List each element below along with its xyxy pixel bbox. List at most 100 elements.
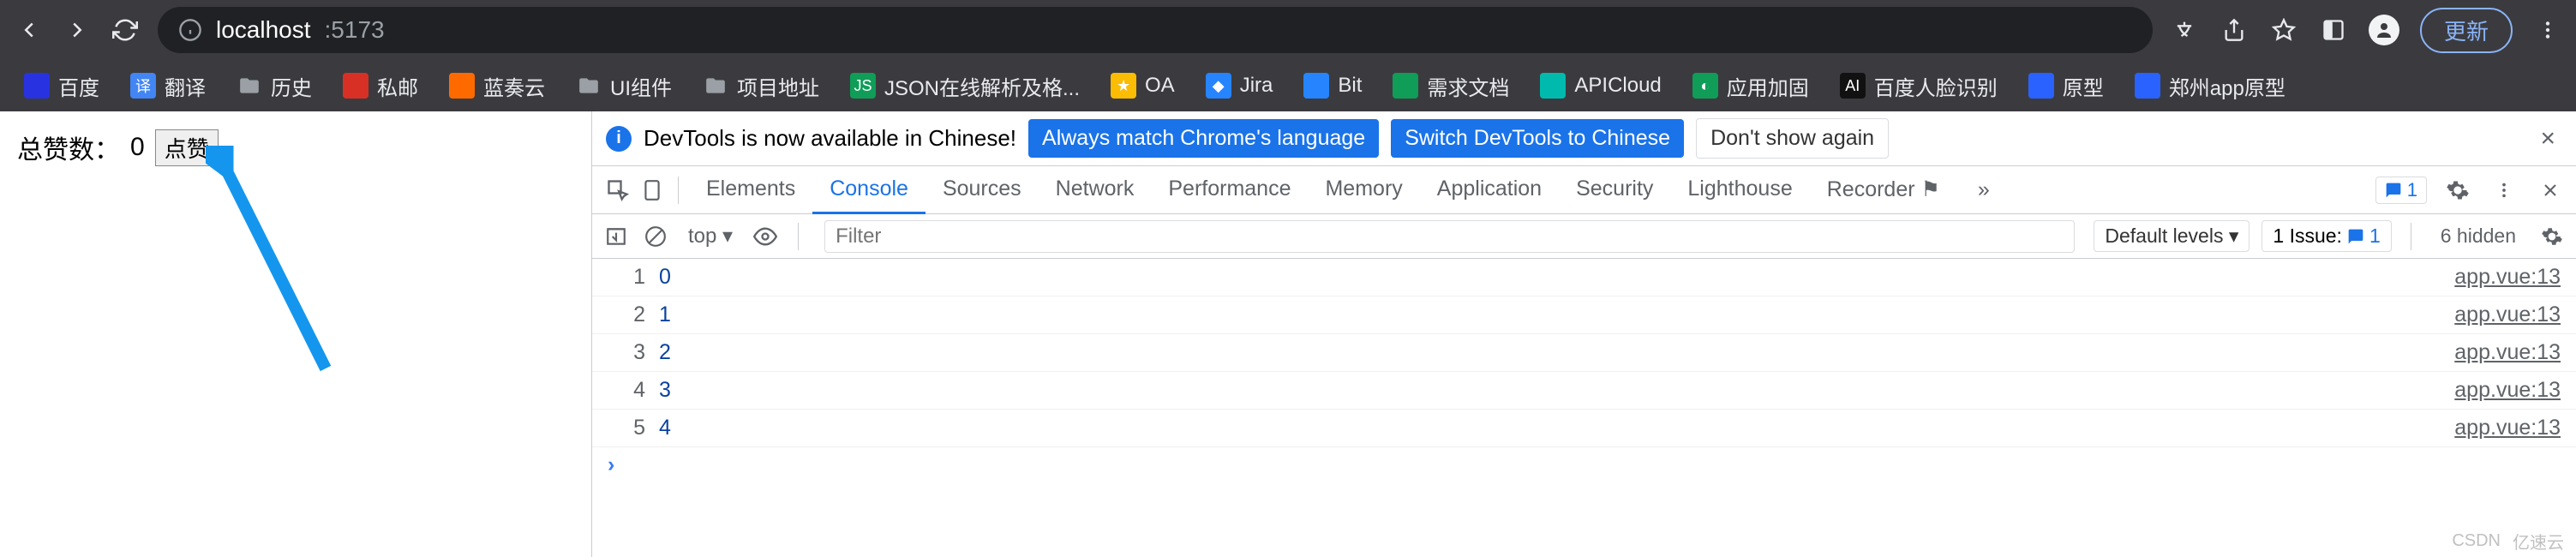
bookmark-item[interactable]: 译翻译 [118,66,218,106]
context-selector[interactable]: top ▾ [681,224,740,249]
console-prompt[interactable]: › [592,447,2576,482]
favicon [343,73,368,99]
sidebar-toggle-icon[interactable] [602,223,630,250]
bookmark-star-icon[interactable] [2269,15,2298,45]
devtools-panel: i DevTools is now available in Chinese! … [591,111,2576,557]
info-icon: i [606,126,632,152]
forward-button[interactable] [62,15,93,45]
bookmark-item[interactable]: 需求文档 [1381,66,1521,106]
live-expression-icon[interactable] [752,223,779,250]
source-link[interactable]: app.vue:13 [2454,265,2561,290]
console-row: 43app.vue:13 [592,372,2576,410]
filter-input[interactable] [824,220,2075,253]
like-label: 总赞数： [17,129,120,166]
favicon: JS [850,73,876,99]
devtools-tab[interactable]: Recorder ⚑ [1810,166,1957,214]
log-value: 3 [659,378,671,403]
bookmark-item[interactable]: APICloud [1528,68,1673,104]
info-icon [178,18,202,42]
hidden-count: 6 hidden [2430,225,2526,248]
devtools-tab[interactable]: Performance [1151,166,1308,214]
bookmark-item[interactable]: 百度 [12,66,111,106]
source-link[interactable]: app.vue:13 [2454,302,2561,327]
line-number: 2 [608,302,645,327]
bookmark-label: 百度 [58,71,99,101]
bookmark-item[interactable]: JS JSON在线解析及格... [838,66,1092,106]
address-bar[interactable]: localhost:5173 [158,7,2153,53]
devtools-tab[interactable]: Memory [1308,166,1419,214]
bookmark-label: 原型 [2063,71,2104,101]
bookmark-item[interactable]: ★OA [1099,68,1187,104]
bookmark-label: Jira [1240,74,1273,98]
translate-icon[interactable] [2170,15,2199,45]
log-value: 4 [659,416,671,440]
favicon: AI [1840,73,1866,99]
favicon [24,73,50,99]
bookmark-label: 历史 [271,71,312,101]
bookmark-item[interactable]: 私邮 [331,66,430,106]
line-number: 1 [608,265,645,290]
console-row: 32 app.vue:13 [592,334,2576,372]
devtools-tab[interactable]: Security [1559,166,1670,214]
bookmark-item[interactable]: 郑州app原型 [2123,66,2297,106]
console-row: 10app.vue:13 [592,259,2576,296]
messages-badge[interactable]: 1 [2375,177,2427,204]
clear-console-icon[interactable] [642,223,669,250]
annotation-arrow [206,146,360,403]
log-levels-selector[interactable]: Default levels ▾ [2094,220,2250,252]
source-link[interactable]: app.vue:13 [2454,378,2561,403]
url-host: localhost [216,16,311,44]
like-count: 0 [130,133,145,162]
devtools-language-notice: i DevTools is now available in Chinese! … [592,111,2576,166]
devtools-tab[interactable]: Sources [926,166,1039,214]
back-button[interactable] [14,15,45,45]
line-number: 3 [608,340,645,365]
bookmark-item[interactable]: 历史 [225,66,324,106]
devtools-tab[interactable]: Console [812,166,926,214]
source-link[interactable]: app.vue:13 [2454,340,2561,365]
folder-icon [237,73,262,99]
kebab-menu-icon[interactable] [2489,175,2519,206]
switch-language-button[interactable]: Switch DevTools to Chinese [1391,119,1684,158]
line-number: 5 [608,416,645,440]
folder-icon [576,73,602,99]
bookmark-label: JSON在线解析及格... [884,71,1080,101]
favicon [1393,73,1418,99]
bookmark-item[interactable]: Bit [1291,68,1374,104]
devtools-tab[interactable]: Application [1420,166,1559,214]
bookmark-item[interactable]: ◆ Jira [1194,68,1285,104]
bookmark-item[interactable]: UI组件 [564,66,684,106]
reload-button[interactable] [110,15,141,45]
bookmark-item[interactable]: 原型 [2016,66,2116,106]
log-value: 2 [659,340,671,365]
chrome-menu-icon[interactable] [2533,15,2562,45]
profile-avatar[interactable] [2369,15,2399,45]
page-viewport: 总赞数： 0 点赞 [0,111,591,557]
share-icon[interactable] [2220,15,2249,45]
favicon: ◆ [1206,73,1231,99]
settings-icon[interactable] [2442,175,2473,206]
bookmark-item[interactable]: 蓝奏云 [437,66,557,106]
bookmark-label: UI组件 [610,71,672,101]
sidepanel-icon[interactable] [2319,15,2348,45]
bookmark-item[interactable]: ◐应用加固 [1680,66,1821,106]
devtools-tab[interactable]: Elements [689,166,812,214]
devtools-tab[interactable]: Network [1039,166,1152,214]
update-button[interactable]: 更新 [2420,8,2513,53]
issues-badge[interactable]: 1 Issue: 1 [2261,220,2391,252]
close-icon[interactable]: × [2533,124,2562,153]
dont-show-button[interactable]: Don't show again [1696,118,1889,159]
source-link[interactable]: app.vue:13 [2454,416,2561,440]
devtools-tab[interactable]: Lighthouse [1670,166,1809,214]
bookmark-label: 翻译 [165,71,206,101]
close-devtools-icon[interactable] [2535,175,2566,206]
more-tabs-icon[interactable]: » [1961,167,2007,213]
console-settings-icon[interactable] [2538,223,2566,250]
match-language-button[interactable]: Always match Chrome's language [1028,119,1379,158]
bookmark-item[interactable]: 项目地址 [691,66,831,106]
browser-toolbar: localhost:5173 更新 [0,0,2576,60]
favicon: ◐ [1692,73,1718,99]
bookmark-item[interactable]: AI百度人脸识别 [1828,66,2010,106]
inspect-icon[interactable] [602,175,633,206]
device-icon[interactable] [637,175,668,206]
